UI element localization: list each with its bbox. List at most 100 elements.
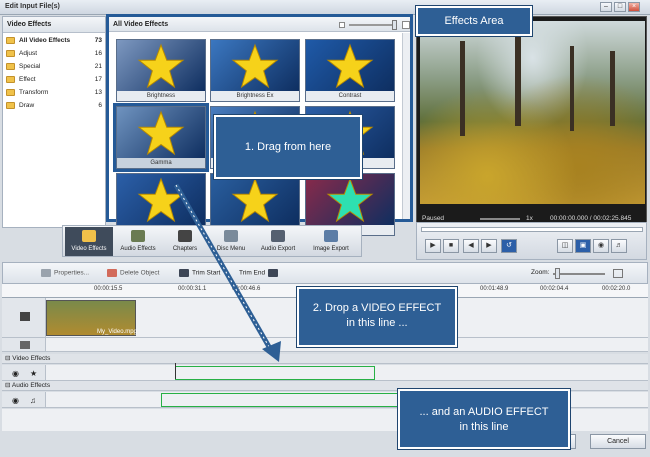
- audio-track-icon: [20, 341, 30, 349]
- effect-tile-label: Brightness: [117, 91, 205, 101]
- tree-trunk: [460, 41, 465, 136]
- audio-effects-track-header: ◉ ♫: [2, 392, 46, 407]
- trim-start-button[interactable]: Trim Start: [179, 269, 220, 277]
- tree-trunk: [610, 51, 615, 126]
- category-draw[interactable]: Draw 6: [3, 100, 105, 112]
- drag-cursor: [175, 363, 180, 379]
- category-transform[interactable]: Transform 13: [3, 87, 105, 99]
- video-track-header: [2, 298, 46, 337]
- folder-icon: [6, 89, 15, 96]
- star-icon: [326, 177, 374, 223]
- close-button[interactable]: ×: [628, 2, 640, 12]
- fit-view-button[interactable]: ▣: [575, 239, 591, 253]
- image-export-icon: [324, 230, 338, 242]
- large-size-icon[interactable]: [402, 21, 410, 29]
- tab-audio-export[interactable]: Audio Export: [255, 227, 301, 256]
- callout-drop-audio: ... and an AUDIO EFFECT in this line: [398, 389, 570, 449]
- effect-tile[interactable]: Contrast: [305, 39, 395, 102]
- seek-bar[interactable]: [421, 227, 643, 232]
- thumbnail-size-slider[interactable]: [349, 24, 397, 26]
- next-frame-button[interactable]: ▶: [481, 239, 497, 253]
- cancel-button[interactable]: Cancel: [590, 434, 646, 449]
- minimize-button[interactable]: –: [600, 2, 612, 12]
- zoom-slider[interactable]: [553, 273, 605, 275]
- zoom-label: Zoom:: [531, 269, 550, 276]
- tab-video-effects[interactable]: Video Effects: [65, 227, 113, 256]
- maximize-button[interactable]: □: [614, 2, 626, 12]
- zoom-fit-icon[interactable]: [613, 269, 623, 278]
- folder-icon: [6, 37, 15, 44]
- audio-effect-drop-zone[interactable]: [161, 393, 401, 407]
- video-effect-drop-zone[interactable]: [175, 366, 375, 380]
- previous-frame-button[interactable]: ◀: [463, 239, 479, 253]
- delete-object-button[interactable]: Delete Object: [107, 269, 159, 277]
- folder-icon: [6, 76, 15, 83]
- star-icon: [231, 43, 279, 89]
- category-all-video-effects[interactable]: All Video Effects 73: [3, 35, 105, 47]
- split-view-button[interactable]: ◫: [557, 239, 573, 253]
- effect-tile-label: Contrast: [306, 91, 394, 101]
- title-bar: Edit Input File(s) – □ ×: [0, 0, 650, 15]
- category-effect[interactable]: Effect 17: [3, 74, 105, 86]
- tab-chapters[interactable]: Chapters: [163, 227, 207, 256]
- video-preview-image: [420, 21, 645, 204]
- window-title: Edit Input File(s): [5, 3, 60, 10]
- category-panel: Video Effects All Video Effects 73 Adjus…: [2, 16, 106, 228]
- chapters-icon: [178, 230, 192, 242]
- effects-panel-header: All Video Effects: [109, 17, 410, 32]
- video-effects-section-label: ⊟ Video Effects: [2, 354, 648, 364]
- volume-button[interactable]: ♬: [611, 239, 627, 253]
- folder-icon: [6, 102, 15, 109]
- category-panel-header: Video Effects: [3, 17, 105, 33]
- video-effects-track-header: ◉ ★: [2, 365, 46, 380]
- small-size-icon[interactable]: [339, 22, 345, 28]
- video-effects-icon: [82, 230, 96, 242]
- play-button[interactable]: ▶: [425, 239, 441, 253]
- tab-audio-effects[interactable]: Audio Effects: [115, 227, 161, 256]
- category-special[interactable]: Special 21: [3, 61, 105, 73]
- star-icon: [137, 43, 185, 89]
- category-adjust[interactable]: Adjust 16: [3, 48, 105, 60]
- audio-effect-icon: ♫: [30, 396, 36, 405]
- star-icon: [231, 177, 279, 223]
- loop-button[interactable]: ↺: [501, 239, 517, 253]
- stop-button[interactable]: ■: [443, 239, 459, 253]
- zoom-slider-thumb[interactable]: [555, 268, 560, 279]
- properties-button[interactable]: Properties...: [41, 269, 89, 277]
- audio-export-icon: [271, 230, 285, 242]
- audio-track-header: [2, 338, 46, 351]
- playback-status: Paused: [422, 215, 445, 222]
- folder-icon: [6, 63, 15, 70]
- tab-image-export[interactable]: Image Export: [303, 227, 359, 256]
- eye-icon[interactable]: ◉: [12, 396, 19, 405]
- trim-start-icon: [179, 269, 189, 277]
- trim-end-button[interactable]: Trim End: [239, 269, 281, 277]
- effect-tile[interactable]: Gamma: [113, 103, 209, 172]
- effect-tile[interactable]: Brightness: [116, 39, 206, 102]
- callout-drop-video: 2. Drop a VIDEO EFFECT in this line ...: [297, 287, 457, 347]
- video-clip[interactable]: My_Video.mpg: [46, 300, 137, 336]
- tab-disc-menu[interactable]: Disc Menu: [209, 227, 253, 256]
- eye-icon[interactable]: ◉: [12, 369, 19, 378]
- trim-end-icon: [268, 269, 279, 277]
- audio-effects-icon: [131, 230, 145, 242]
- properties-icon: [41, 269, 51, 277]
- preview-panel: Paused 1x 00:00:00.000 / 00:02:25.845: [416, 16, 647, 228]
- snapshot-button[interactable]: ◉: [593, 239, 609, 253]
- effects-scrollbar[interactable]: [402, 33, 410, 219]
- disc-menu-icon: [224, 230, 238, 242]
- ruler-tick: 00:00:31.1: [178, 286, 207, 292]
- delete-icon: [107, 269, 117, 277]
- timeline-toolbar: Properties... Delete Object Trim Start T…: [2, 262, 648, 284]
- star-icon: [137, 110, 185, 156]
- ruler-tick: 00:00:46.6: [232, 286, 261, 292]
- slider-thumb[interactable]: [392, 20, 397, 30]
- callout-effects-area: Effects Area: [416, 6, 532, 36]
- speed-value: 1x: [526, 215, 533, 222]
- star-icon: [326, 43, 374, 89]
- star-icon: [137, 177, 185, 223]
- effect-tile[interactable]: Brightness Ex: [210, 39, 300, 102]
- speed-slider[interactable]: [480, 218, 520, 220]
- ruler-tick: 00:01:48.9: [480, 286, 509, 292]
- callout-drag: 1. Drag from here: [214, 115, 362, 179]
